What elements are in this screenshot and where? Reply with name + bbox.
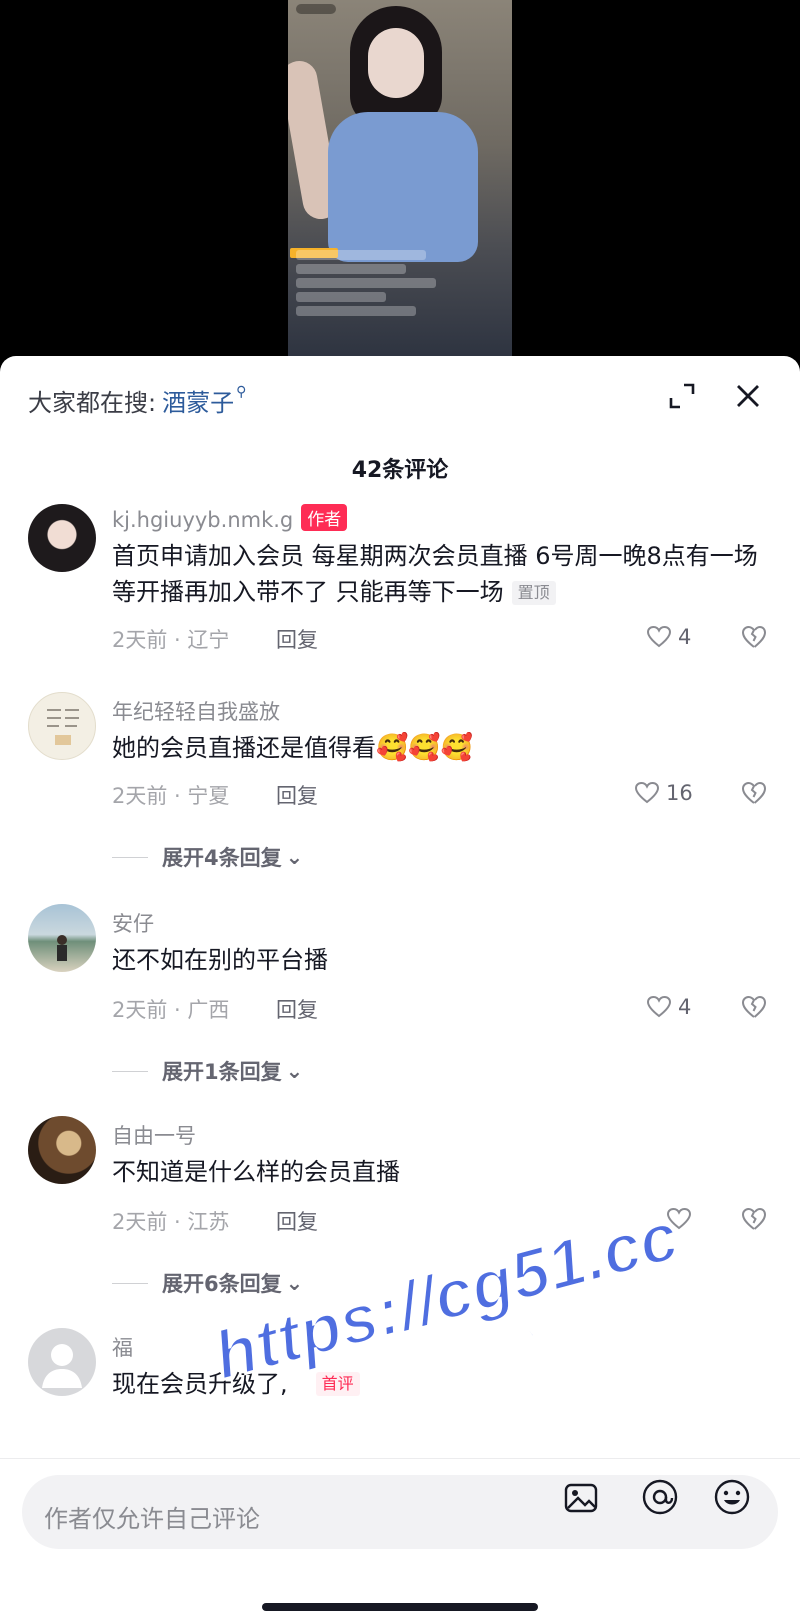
like-count: 4 bbox=[678, 625, 692, 649]
time-location: 2天前 · 广西 bbox=[112, 998, 230, 1022]
comment-text: 首页申请加入会员 每星期两次会员直播 6号周一晚8点有一场 等开播再加入带不了 … bbox=[112, 538, 762, 610]
chevron-down-icon: ⌄ bbox=[285, 845, 304, 869]
username[interactable]: 安仔 bbox=[112, 908, 154, 938]
author-badge: 作者 bbox=[301, 504, 348, 531]
dislike-icon[interactable] bbox=[740, 780, 768, 808]
expand-replies-button[interactable]: 展开4条回复 ⌄ bbox=[112, 842, 303, 872]
live-comment-overlay bbox=[296, 246, 446, 320]
comment-text: 不知道是什么样的会员直播 bbox=[112, 1158, 400, 1186]
comment-text: 她的会员直播还是值得看🥰🥰🥰 bbox=[112, 730, 762, 766]
username[interactable]: 自由一号 bbox=[112, 1120, 196, 1150]
expand-replies-button[interactable]: 展开1条回复 ⌄ bbox=[112, 1056, 303, 1086]
reply-button[interactable]: 回复 bbox=[276, 780, 318, 810]
emoji-hearts: 🥰🥰🥰 bbox=[376, 733, 474, 763]
video-area[interactable] bbox=[0, 0, 800, 360]
dislike-icon[interactable] bbox=[740, 1206, 768, 1234]
time-location: 2天前 · 辽宁 bbox=[112, 628, 230, 652]
live-badge bbox=[296, 4, 336, 14]
chevron-down-icon: ⌄ bbox=[285, 1059, 304, 1083]
time-location: 2天前 · 宁夏 bbox=[112, 784, 230, 808]
input-placeholder: 作者仅允许自己评论 bbox=[44, 1505, 260, 1533]
search-label: 大家都在搜: bbox=[28, 388, 157, 417]
avatar[interactable] bbox=[28, 1116, 96, 1184]
like-count: 4 bbox=[678, 995, 692, 1019]
like-button[interactable] bbox=[666, 1204, 698, 1234]
comment-text: 还不如在别的平台播 bbox=[112, 946, 328, 974]
avatar[interactable] bbox=[28, 1328, 96, 1396]
pinned-badge: 置顶 bbox=[511, 581, 556, 605]
avatar[interactable] bbox=[28, 504, 96, 572]
reply-button[interactable]: 回复 bbox=[276, 624, 318, 654]
reply-button[interactable]: 回复 bbox=[276, 994, 318, 1024]
comment-input-bar: 作者仅允许自己评论 bbox=[0, 1458, 800, 1623]
like-button[interactable]: 4 bbox=[646, 622, 691, 652]
dislike-icon[interactable] bbox=[740, 624, 768, 652]
expand-replies-button[interactable]: 展开6条回复 ⌄ bbox=[112, 1268, 303, 1298]
like-count: 16 bbox=[666, 781, 693, 805]
emoji-icon[interactable] bbox=[712, 1477, 752, 1521]
search-term-link[interactable]: 酒蒙子 bbox=[162, 383, 234, 418]
username[interactable]: 年纪轻轻自我盛放 bbox=[112, 696, 280, 726]
reply-button[interactable]: 回复 bbox=[276, 1206, 318, 1236]
comment-text: 现在会员升级了, 首评 bbox=[112, 1366, 762, 1402]
comment-body: 她的会员直播还是值得看 bbox=[112, 734, 376, 762]
heart-icon bbox=[646, 625, 672, 648]
comment-count-title: 42条评论 bbox=[351, 458, 449, 483]
username-text[interactable]: kj.hgiuyyb.nmk.g bbox=[112, 508, 293, 532]
like-button[interactable]: 4 bbox=[646, 992, 691, 1022]
username[interactable]: kj.hgiuyyb.nmk.g 作者 bbox=[112, 504, 348, 532]
username[interactable]: 福 bbox=[112, 1332, 133, 1362]
expand-replies-label[interactable]: 展开4条回复 bbox=[162, 842, 282, 872]
expand-icon[interactable] bbox=[664, 378, 700, 414]
expand-replies-label[interactable]: 展开6条回复 bbox=[162, 1268, 282, 1298]
video-thumbnail[interactable] bbox=[288, 0, 512, 360]
avatar[interactable] bbox=[28, 904, 96, 972]
comment-body: 现在会员升级了, bbox=[112, 1370, 288, 1398]
dislike-icon[interactable] bbox=[740, 994, 768, 1022]
image-icon[interactable] bbox=[562, 1479, 600, 1521]
close-icon[interactable] bbox=[730, 378, 766, 414]
mention-at-icon[interactable] bbox=[640, 1477, 680, 1521]
avatar[interactable] bbox=[28, 692, 96, 760]
heart-icon bbox=[666, 1207, 692, 1230]
first-comment-badge: 首评 bbox=[315, 1372, 360, 1396]
heart-icon bbox=[634, 781, 660, 804]
comments-sheet: 大家都在搜: 酒蒙子 ⚲ 42条评论 kj.hgiuyyb.nmk.g 作者 首页… bbox=[0, 356, 800, 1622]
like-button[interactable]: 16 bbox=[634, 778, 693, 808]
heart-icon bbox=[646, 995, 672, 1018]
chevron-down-icon: ⌄ bbox=[285, 1271, 304, 1295]
home-indicator bbox=[262, 1603, 538, 1611]
expand-replies-label[interactable]: 展开1条回复 bbox=[162, 1056, 282, 1086]
time-location: 2天前 · 江苏 bbox=[112, 1210, 230, 1234]
search-icon: ⚲ bbox=[236, 384, 247, 400]
comment-body: 首页申请加入会员 每星期两次会员直播 6号周一晚8点有一场 等开播再加入带不了 … bbox=[112, 542, 758, 606]
trending-search[interactable]: 大家都在搜: 酒蒙子 ⚲ bbox=[28, 380, 246, 420]
